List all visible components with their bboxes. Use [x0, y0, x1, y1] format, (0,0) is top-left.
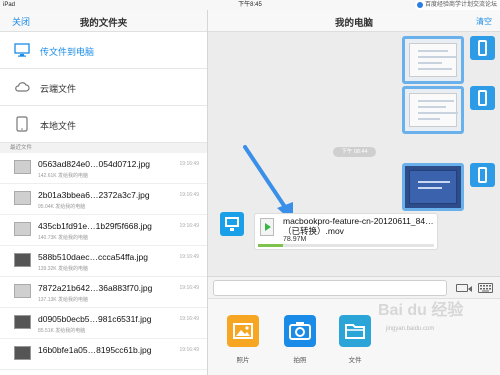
- file-message-size: 78.97M: [283, 236, 307, 243]
- baidu-watermark: Bai du 经验 jingyan.baidu.com: [378, 296, 500, 341]
- menu-label: 云端文件: [40, 84, 77, 94]
- file-meta: 137.13K 发给我的电脑: [38, 297, 89, 303]
- phone-icon: [478, 167, 487, 183]
- file-time: 19:16:49: [179, 316, 199, 322]
- sent-image-thumbnail[interactable]: [402, 86, 464, 134]
- folder-sidebar: 关闭 我的文件夹 传文件到电脑 云端文件 本地文件 最近文件 0563ad824…: [0, 10, 208, 375]
- file-message-name: macbookpro-feature-cn-20120611_84…（已转换）.…: [283, 216, 434, 236]
- file-name: d0905b0ecb5…981c6531f.jpg: [38, 314, 152, 324]
- file-time: 19:16:49: [179, 161, 199, 167]
- file-message[interactable]: macbookpro-feature-cn-20120611_84…（已转换）.…: [254, 213, 438, 250]
- phone-avatar: [470, 36, 495, 60]
- sent-image-thumbnail[interactable]: [402, 163, 464, 211]
- file-meta: 85.51K 发给我的电脑: [38, 328, 86, 334]
- file-thumbnail-icon: [14, 253, 31, 267]
- file-row[interactable]: 588b510daec…ccca54ffa.jpg 139.32K 发给我的电脑 1…: [0, 246, 207, 277]
- keyboard-icon[interactable]: [478, 283, 493, 293]
- status-bar: iPad 下午8:45 百度经验商学计划交流论坛: [0, 0, 500, 10]
- file-meta: 140.73K 发给我的电脑: [38, 235, 89, 241]
- sent-image-thumbnail[interactable]: [402, 36, 464, 84]
- video-icon[interactable]: [456, 284, 472, 292]
- screenshot-preview: [409, 43, 457, 77]
- file-name: 588b510daec…ccca54ffa.jpg: [38, 252, 148, 262]
- file-time: 19:16:49: [179, 254, 199, 260]
- file-time: 19:16:49: [179, 192, 199, 198]
- file-thumbnail-icon: [14, 346, 31, 360]
- file-name: 2b01a3bbea6…2372a3c7.jpg: [38, 190, 150, 200]
- file-row[interactable]: 2b01a3bbea6…2372a3c7.jpg 95.04K 发给我的电脑 19:…: [0, 184, 207, 215]
- file-thumbnail-icon: [14, 160, 31, 174]
- cloud-icon: [15, 82, 30, 92]
- phone-avatar: [470, 163, 495, 187]
- file-row[interactable]: 16b0bfe1a05…8195cc61b.jpg 19:16:49: [0, 339, 207, 370]
- input-bar: [208, 276, 500, 298]
- camera-label: 拍照: [293, 357, 307, 364]
- file-time: 19:16:49: [179, 223, 199, 229]
- file-thumbnail-icon: [14, 191, 31, 205]
- recent-files-header: 最近文件: [0, 143, 207, 153]
- phone-icon: [478, 90, 487, 106]
- right-nav-bar: 我的电脑 清空: [208, 10, 500, 32]
- screenshot-preview: [409, 170, 457, 204]
- file-thumbnail-icon: [14, 315, 31, 329]
- phone-avatar: [470, 86, 495, 110]
- file-thumbnail-icon: [14, 222, 31, 236]
- clear-button[interactable]: 清空: [476, 16, 492, 27]
- file-name: 435cb1fd91e…1b29f5f668.jpg: [38, 221, 152, 231]
- computer-avatar: [220, 212, 244, 236]
- baidu-badge-icon: [416, 2, 423, 8]
- file-time: 19:16:49: [179, 347, 199, 353]
- menu-label: 传文件到电脑: [40, 47, 95, 57]
- file-button[interactable]: 文件: [339, 315, 371, 364]
- file-row[interactable]: 435cb1fd91e…1b29f5f668.jpg 140.73K 发给我的电脑…: [0, 215, 207, 246]
- camera-button[interactable]: 拍照: [284, 315, 316, 364]
- file-time: 19:16:49: [179, 285, 199, 291]
- photo-icon: [233, 323, 253, 339]
- file-name: 7872a21b642…36a883f70.jpg: [38, 283, 153, 293]
- right-title: 我的电脑: [334, 18, 373, 29]
- file-thumbnail-icon: [14, 284, 31, 298]
- file-row[interactable]: d0905b0ecb5…981c6531f.jpg 85.51K 发给我的电脑 19…: [0, 308, 207, 339]
- left-nav-bar: 关闭 我的文件夹: [0, 10, 207, 32]
- monitor-icon: [14, 43, 30, 57]
- folder-icon: [345, 324, 365, 339]
- watermark-text: Bai du 经验: [378, 302, 464, 319]
- recent-file-list: 0563ad824e0…054d0712.jpg 142.61K 发给我的电脑 19…: [0, 153, 207, 370]
- watermark-url: jingyan.baidu.com: [386, 326, 435, 332]
- photo-label: 照片: [236, 357, 250, 364]
- tablet-icon: [16, 116, 28, 132]
- file-row[interactable]: 7872a21b642…36a883f70.jpg 137.13K 发给我的电脑 1…: [0, 277, 207, 308]
- photo-button[interactable]: 照片: [227, 315, 259, 364]
- menu-local-files[interactable]: 本地文件: [0, 106, 207, 143]
- message-timestamp: 下午 08:44: [333, 147, 376, 157]
- menu-cloud-files[interactable]: 云端文件: [0, 69, 207, 106]
- baidu-badge-text: 百度经验商学计划交流论坛: [424, 2, 497, 8]
- file-meta: 95.04K 发给我的电脑: [38, 204, 86, 210]
- file-label: 文件: [348, 357, 362, 364]
- phone-icon: [478, 40, 487, 56]
- camera-icon: [289, 322, 311, 340]
- screenshot-preview: [409, 93, 458, 127]
- file-meta: 139.32K 发给我的电脑: [38, 266, 89, 272]
- message-input[interactable]: [213, 280, 447, 296]
- left-title: 我的文件夹: [79, 18, 128, 29]
- transfer-progress: [258, 244, 434, 247]
- file-meta: 142.61K 发给我的电脑: [38, 173, 89, 179]
- video-file-icon: [260, 218, 274, 236]
- menu-send-to-pc[interactable]: 传文件到电脑: [0, 32, 207, 69]
- computer-icon: [225, 217, 239, 227]
- file-row[interactable]: 0563ad824e0…054d0712.jpg 142.61K 发给我的电脑 19…: [0, 153, 207, 184]
- baidu-badge[interactable]: 百度经验商学计划交流论坛: [414, 0, 500, 10]
- file-name: 0563ad824e0…054d0712.jpg: [38, 159, 151, 169]
- menu-label: 本地文件: [40, 121, 77, 131]
- file-name: 16b0bfe1a05…8195cc61b.jpg: [38, 345, 152, 355]
